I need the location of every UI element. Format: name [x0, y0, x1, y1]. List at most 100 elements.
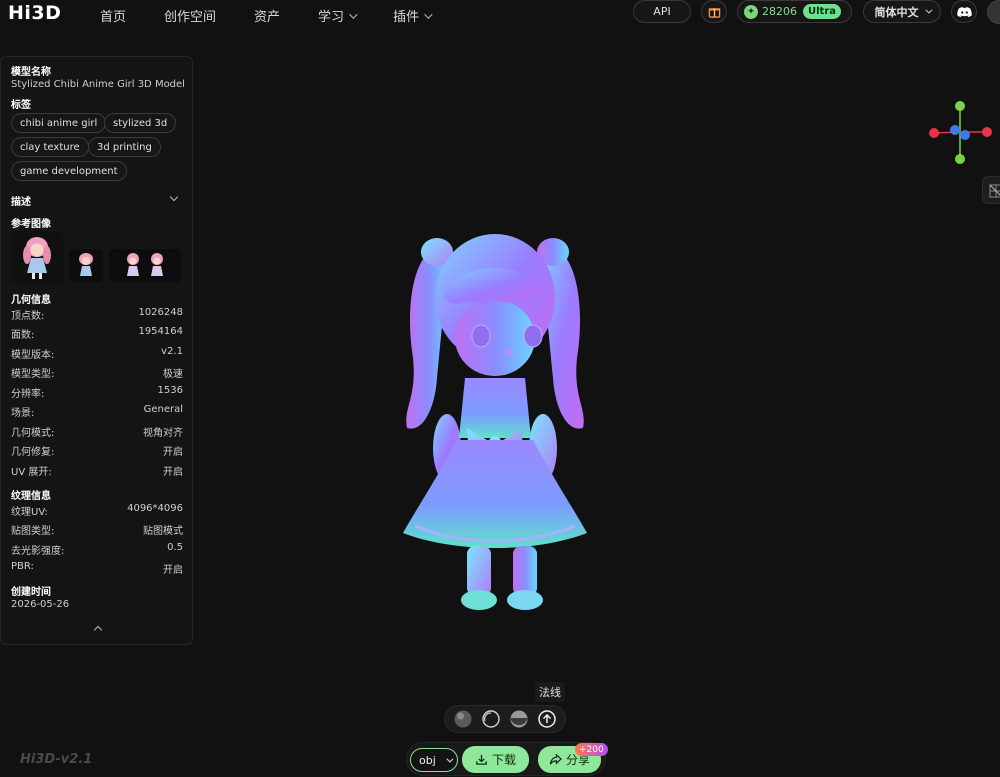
normal-mode-icon [538, 710, 556, 728]
description-heading: 描述 [11, 197, 31, 208]
gift-icon [708, 8, 720, 18]
gift-button[interactable] [701, 0, 727, 23]
credits-display[interactable]: ✦ 28206 Ultra [737, 0, 852, 23]
row-label: 去光影强度: [11, 546, 65, 557]
chevron-down-icon [924, 6, 932, 14]
nav-workspace-label: 创作空间 [164, 10, 217, 25]
nav-assets[interactable]: 资产 [254, 6, 280, 25]
reference-image-thumb[interactable] [109, 249, 181, 282]
geometry-row: UV 展开: 开启 [11, 463, 183, 478]
grid-toggle-button[interactable] [982, 176, 1000, 204]
nav-assets-label: 资产 [254, 10, 281, 25]
geometry-row: 分辨率: 1536 [11, 385, 183, 400]
reference-images-heading: 参考图像 [11, 219, 51, 230]
texture-row: 纹理UV: 4096*4096 [11, 503, 183, 518]
geometry-row: 模型版本: v2.1 [11, 346, 183, 361]
chevron-down-icon[interactable] [169, 192, 179, 202]
wireframe-mode-button[interactable] [480, 708, 502, 730]
format-select[interactable]: obj [410, 748, 458, 772]
credit-count: 28206 [762, 5, 797, 18]
row-value: 贴图模式 [143, 526, 183, 537]
nav-plugins-label: 插件 [393, 10, 420, 25]
share-icon [549, 753, 562, 766]
tag-chip[interactable]: clay texture [11, 137, 89, 157]
row-label: 模型版本: [11, 350, 55, 361]
row-value: 开启 [163, 447, 183, 458]
gizmo-y-axis [955, 101, 965, 111]
reference-image-main[interactable] [11, 231, 63, 283]
row-label: PBR: [11, 561, 34, 572]
logo[interactable]: Hi3D [8, 2, 61, 24]
download-label: 下载 [491, 753, 516, 767]
top-bar: Hi3D 首页 创作空间 资产 学习 插件 API ✦ 28206 Ultra … [0, 0, 1000, 28]
normal-mode-button[interactable] [536, 708, 558, 730]
nav-plugins[interactable]: 插件 [393, 6, 433, 25]
chevron-up-icon[interactable] [93, 625, 103, 635]
plan-badge: Ultra [803, 4, 842, 19]
row-value: 4096*4096 [127, 503, 183, 514]
tag-chip[interactable]: game development [11, 161, 127, 181]
tag-chip[interactable]: 3d printing [88, 137, 161, 157]
gizmo-y-negative [955, 154, 965, 164]
discord-button[interactable] [951, 0, 977, 23]
gizmo-z-axis [950, 125, 960, 135]
geometry-row: 几何模式: 视角对齐 [11, 424, 183, 439]
row-label: 分辨率: [11, 389, 45, 400]
nav-learn[interactable]: 学习 [318, 6, 358, 25]
format-value: obj [419, 753, 436, 767]
model-info-panel: 模型名称 Stylized Chibi Anime Girl 3D Model … [0, 56, 193, 645]
row-value: 开启 [163, 467, 183, 478]
gizmo-z-negative [960, 130, 970, 140]
download-button[interactable]: 下载 [462, 746, 529, 773]
row-label: 几何修复: [11, 447, 55, 458]
row-value: 1954164 [138, 326, 183, 337]
grid-off-icon [989, 184, 1000, 198]
geometry-row: 几何修复: 开启 [11, 443, 183, 458]
chevron-down-icon [424, 9, 433, 19]
avatar[interactable] [987, 0, 1000, 24]
row-value: 开启 [163, 565, 183, 576]
language-selector[interactable]: 简体中文 [863, 0, 941, 23]
row-label: 顶点数: [11, 311, 45, 322]
axis-gizmo[interactable] [925, 100, 997, 166]
language-label: 简体中文 [874, 5, 919, 19]
model-name-heading: 模型名称 [11, 67, 51, 78]
geometry-row: 模型类型: 极速 [11, 365, 183, 380]
shading-tooltip: 法线 [535, 682, 565, 702]
row-value: 1026248 [138, 307, 183, 318]
clay-mode-button[interactable] [508, 708, 530, 730]
gizmo-x-negative [929, 128, 939, 138]
tag-chip[interactable]: chibi anime girl [11, 113, 107, 133]
gizmo-x-axis [982, 127, 992, 137]
discord-icon [956, 6, 972, 17]
row-value: v2.1 [161, 346, 183, 357]
tag-chip[interactable]: stylized 3d [104, 113, 177, 133]
chevron-down-icon [349, 9, 358, 19]
geometry-heading: 几何信息 [11, 295, 51, 306]
nav-workspace[interactable]: 创作空间 [164, 6, 216, 25]
row-label: 模型类型: [11, 369, 55, 380]
wireframe-mode-icon [482, 710, 500, 728]
row-value: 视角对齐 [143, 428, 183, 439]
model-preview[interactable] [395, 228, 595, 618]
reference-image-figure [23, 237, 51, 279]
texture-row: PBR: 开启 [11, 561, 183, 576]
row-value: 0.5 [167, 542, 183, 553]
row-value: 1536 [157, 385, 183, 396]
nav-home[interactable]: 首页 [100, 6, 126, 25]
row-label: 纹理UV: [11, 507, 48, 518]
row-value: General [143, 404, 183, 415]
created-heading: 创建时间 [11, 587, 51, 598]
api-button[interactable]: API [633, 0, 691, 23]
reference-image-thumb[interactable] [69, 249, 103, 282]
model-name: Stylized Chibi Anime Girl 3D Model [11, 79, 185, 90]
share-reward-badge: +200 [575, 743, 608, 756]
row-label: 场景: [11, 408, 35, 419]
nav-home-label: 首页 [100, 10, 127, 25]
row-label: 面数: [11, 330, 35, 341]
row-label: 贴图类型: [11, 526, 55, 537]
textured-mode-button[interactable] [452, 708, 474, 730]
api-label: API [653, 5, 671, 18]
created-date: 2026-05-26 [11, 599, 70, 610]
texture-heading: 纹理信息 [11, 491, 51, 502]
